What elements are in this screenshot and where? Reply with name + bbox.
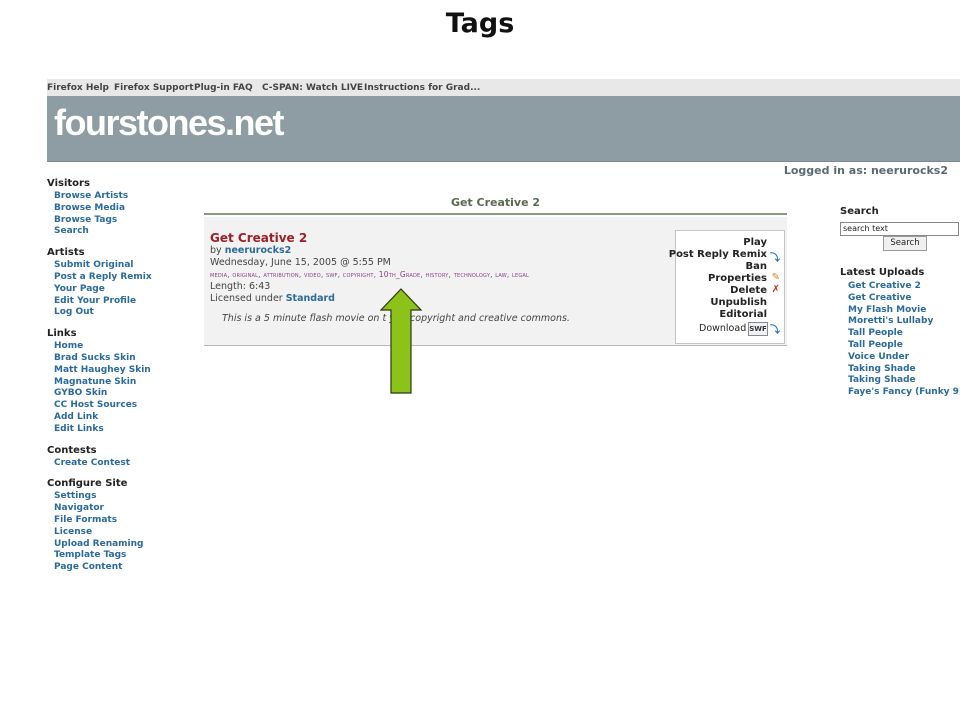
upload-item[interactable]: Taking Shade	[840, 364, 960, 376]
delete-x-icon: ✗	[771, 284, 780, 295]
upload-item[interactable]: Tall People	[840, 340, 960, 352]
heading-divider	[204, 213, 787, 215]
sidebar-item-cc-host-sources[interactable]: CC Host Sources	[47, 400, 197, 412]
upload-item[interactable]: Taking Shade	[840, 375, 960, 387]
search-input[interactable]: search text	[840, 222, 959, 236]
properties-action[interactable]: Properties	[708, 273, 767, 284]
post-reply-remix-action[interactable]: Post Reply Remix	[669, 249, 767, 260]
bookmark-firefox-support[interactable]: Firefox Support	[114, 83, 194, 93]
bookmark-plugin-faq[interactable]: Plug-in FAQ	[194, 83, 253, 93]
sidebar-item-post-reply-remix[interactable]: Post a Reply Remix	[47, 272, 197, 284]
upload-item[interactable]: Moretti's Lullaby	[840, 316, 960, 328]
sidebar-item-file-formats[interactable]: File Formats	[47, 515, 197, 527]
sidebar-item-submit-original[interactable]: Submit Original	[47, 260, 197, 272]
download-label: Download	[699, 323, 747, 334]
bookmark-cspan[interactable]: C-SPAN: Watch LIVE	[262, 83, 363, 93]
sidebar-item-upload-renaming[interactable]: Upload Renaming	[47, 539, 197, 551]
upload-item[interactable]: Get Creative	[840, 293, 960, 305]
unpublish-action[interactable]: Unpublish	[710, 297, 767, 308]
sidebar-item-edit-profile[interactable]: Edit Your Profile	[47, 296, 197, 308]
sidebar-heading-configure-site: Configure Site	[47, 478, 128, 490]
upload-item[interactable]: Voice Under	[840, 352, 960, 364]
entry-date: Wednesday, June 15, 2005 @ 5:55 PM	[210, 257, 391, 268]
reply-arrow-icon: ⤵	[770, 253, 780, 264]
editorial-action[interactable]: Editorial	[719, 309, 767, 320]
search-button[interactable]: Search	[883, 236, 927, 251]
sidebar-item-browse-media[interactable]: Browse Media	[47, 203, 197, 215]
delete-action[interactable]: Delete	[730, 285, 767, 296]
annotation-arrow	[380, 288, 422, 394]
sidebar-item-license[interactable]: License	[47, 527, 197, 539]
pencil-icon: ✎	[771, 272, 780, 283]
sidebar-item-magnatune-skin[interactable]: Magnatune Skin	[47, 377, 197, 389]
play-action[interactable]: Play	[743, 237, 767, 248]
sidebar-item-gybo-skin[interactable]: GYBO Skin	[47, 388, 197, 400]
site-logo[interactable]: fourstones.net	[54, 102, 285, 144]
site-banner: fourstones.net	[47, 96, 960, 162]
sidebar-item-edit-links[interactable]: Edit Links	[47, 424, 197, 436]
entry-license: Licensed under Standard	[210, 293, 335, 304]
upload-entry: Get Creative 2 by neerurocks2 Wednesday,…	[204, 217, 787, 346]
sidebar-item-create-contest[interactable]: Create Contest	[47, 458, 197, 470]
sidebar-item-log-out[interactable]: Log Out	[47, 307, 197, 319]
upload-item[interactable]: Get Creative 2	[840, 281, 960, 293]
browser-window: Firefox Help Firefox Support Plug-in FAQ…	[47, 79, 960, 599]
entry-length: Length: 6:43	[210, 281, 271, 292]
right-column: Search	[840, 206, 960, 220]
logged-in-status: Logged in as: neerurocks2	[783, 164, 948, 177]
sidebar-item-browse-tags[interactable]: Browse Tags	[47, 215, 197, 227]
entry-title[interactable]: Get Creative 2	[210, 231, 307, 245]
actions-panel: Play Post Reply Remix ⤵ Ban Properties ✎…	[669, 230, 785, 344]
license-link[interactable]: Standard	[286, 293, 335, 304]
swf-download-button[interactable]: SWF	[748, 322, 768, 336]
sidebar-item-your-page[interactable]: Your Page	[47, 284, 197, 296]
upload-item[interactable]: Faye's Fancy (Funky 9)	[840, 387, 960, 399]
sidebar-item-template-tags[interactable]: Template Tags	[47, 550, 197, 562]
entry-author-link[interactable]: neerurocks2	[225, 245, 292, 256]
latest-uploads: Latest Uploads Get Creative 2 Get Creati…	[840, 267, 960, 399]
sidebar-item-settings[interactable]: Settings	[47, 491, 197, 503]
page-heading: Get Creative 2	[450, 196, 541, 209]
latest-uploads-heading: Latest Uploads	[840, 267, 925, 278]
download-arrow-icon[interactable]: ⤵	[770, 321, 780, 336]
byline-prefix: by	[210, 245, 225, 256]
sidebar-item-add-link[interactable]: Add Link	[47, 412, 197, 424]
ban-action[interactable]: Ban	[746, 261, 768, 272]
bookmark-instructions[interactable]: Instructions for Grad...	[364, 83, 480, 93]
sidebar-item-navigator[interactable]: Navigator	[47, 503, 197, 515]
upload-item[interactable]: My Flash Movie	[840, 305, 960, 317]
bookmark-firefox-help[interactable]: Firefox Help	[47, 83, 109, 93]
sidebar-item-browse-artists[interactable]: Browse Artists	[47, 191, 197, 203]
upload-item[interactable]: Tall People	[840, 328, 960, 340]
entry-tags[interactable]: media, original, attribution, video, swf…	[210, 270, 529, 279]
sidebar-item-home[interactable]: Home	[47, 341, 197, 353]
sidebar-heading-links: Links	[47, 328, 77, 340]
entry-byline: by neerurocks2	[210, 245, 291, 256]
sidebar-item-matt-haughey-skin[interactable]: Matt Haughey Skin	[47, 365, 197, 377]
bookmarks-toolbar: Firefox Help Firefox Support Plug-in FAQ…	[47, 79, 960, 97]
slide-title: Tags	[445, 8, 515, 39]
left-sidebar: Visitors Browse Artists Browse Media Bro…	[47, 178, 197, 574]
sidebar-heading-artists: Artists	[47, 247, 85, 259]
license-prefix: Licensed under	[210, 293, 286, 304]
sidebar-item-page-content[interactable]: Page Content	[47, 562, 197, 574]
sidebar-heading-visitors: Visitors	[47, 178, 90, 189]
search-heading: Search	[840, 206, 879, 217]
sidebar-item-search[interactable]: Search	[47, 226, 197, 238]
sidebar-heading-contests: Contests	[47, 444, 97, 456]
sidebar-item-brad-sucks-skin[interactable]: Brad Sucks Skin	[47, 353, 197, 365]
